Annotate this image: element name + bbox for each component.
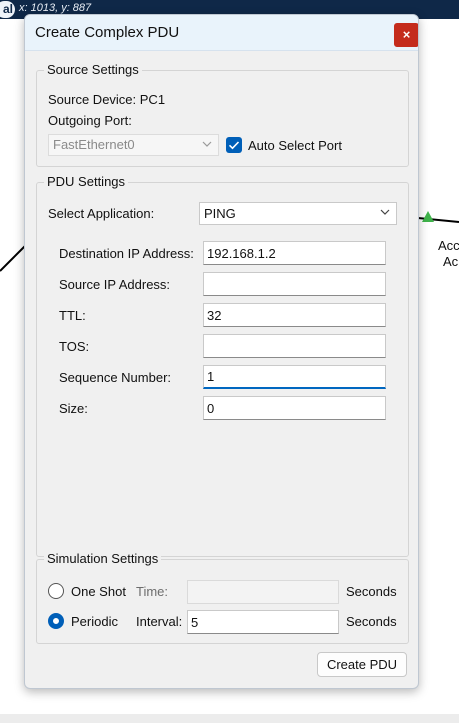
time-input[interactable]	[187, 580, 339, 604]
interval-input[interactable]	[187, 610, 339, 634]
pdu-settings-group: PDU Settings Select Application: PING De…	[36, 174, 409, 557]
size-input[interactable]	[203, 396, 386, 420]
destination-ip-input[interactable]	[203, 241, 386, 265]
source-settings-group: Source Settings Source Device: PC1 Outgo…	[36, 62, 409, 167]
time-label: Time:	[136, 584, 169, 599]
application-select[interactable]: PING	[199, 202, 397, 225]
auto-select-port-checkbox[interactable]	[226, 137, 242, 153]
chevron-down-icon	[380, 209, 390, 215]
tos-label: TOS:	[59, 339, 90, 354]
chevron-down-icon	[202, 141, 212, 147]
canvas-device-label: Acc	[438, 238, 459, 253]
time-seconds-label: Seconds	[346, 584, 397, 599]
tos-input[interactable]	[203, 334, 386, 358]
source-device-label: Source Device: PC1	[48, 92, 166, 107]
checkmark-icon	[228, 141, 240, 150]
application-value: PING	[204, 206, 236, 221]
one-shot-radio[interactable]	[48, 583, 64, 599]
destination-ip-label: Destination IP Address:	[59, 246, 194, 261]
ttl-label: TTL:	[59, 308, 86, 323]
source-ip-input[interactable]	[203, 272, 386, 296]
create-complex-pdu-dialog: Create Complex PDU × Source Settings Sou…	[24, 14, 419, 689]
one-shot-label[interactable]: One Shot	[71, 584, 126, 599]
interval-seconds-label: Seconds	[346, 614, 397, 629]
sequence-number-label: Sequence Number:	[59, 370, 172, 385]
interval-label: Interval:	[136, 614, 183, 629]
periodic-radio[interactable]	[48, 613, 64, 629]
create-pdu-button[interactable]: Create PDU	[317, 652, 407, 677]
periodic-label[interactable]: Periodic	[71, 614, 118, 629]
outgoing-port-label: Outgoing Port:	[48, 113, 132, 128]
source-ip-label: Source IP Address:	[59, 277, 171, 292]
simulation-settings-group: Simulation Settings One Shot Time: Secon…	[36, 551, 409, 644]
dialog-titlebar[interactable]: Create Complex PDU ×	[25, 15, 418, 51]
workspace-footer	[0, 714, 459, 723]
outgoing-port-value: FastEthernet0	[53, 137, 135, 152]
size-label: Size:	[59, 401, 88, 416]
close-icon: ×	[402, 27, 411, 42]
link-status-up-icon	[422, 211, 434, 222]
canvas-device-sublabel: Ac	[443, 254, 459, 269]
sequence-number-input[interactable]	[203, 365, 386, 389]
auto-select-port-label[interactable]: Auto Select Port	[248, 138, 342, 153]
network-link-left	[0, 243, 28, 272]
select-application-label: Select Application:	[48, 206, 155, 221]
ttl-input[interactable]	[203, 303, 386, 327]
pdu-settings-title: PDU Settings	[44, 174, 129, 189]
close-button[interactable]: ×	[394, 23, 418, 47]
simulation-settings-title: Simulation Settings	[44, 551, 162, 566]
dialog-title: Create Complex PDU	[35, 24, 180, 41]
source-settings-title: Source Settings	[44, 62, 142, 77]
outgoing-port-select[interactable]: FastEthernet0	[48, 134, 219, 156]
